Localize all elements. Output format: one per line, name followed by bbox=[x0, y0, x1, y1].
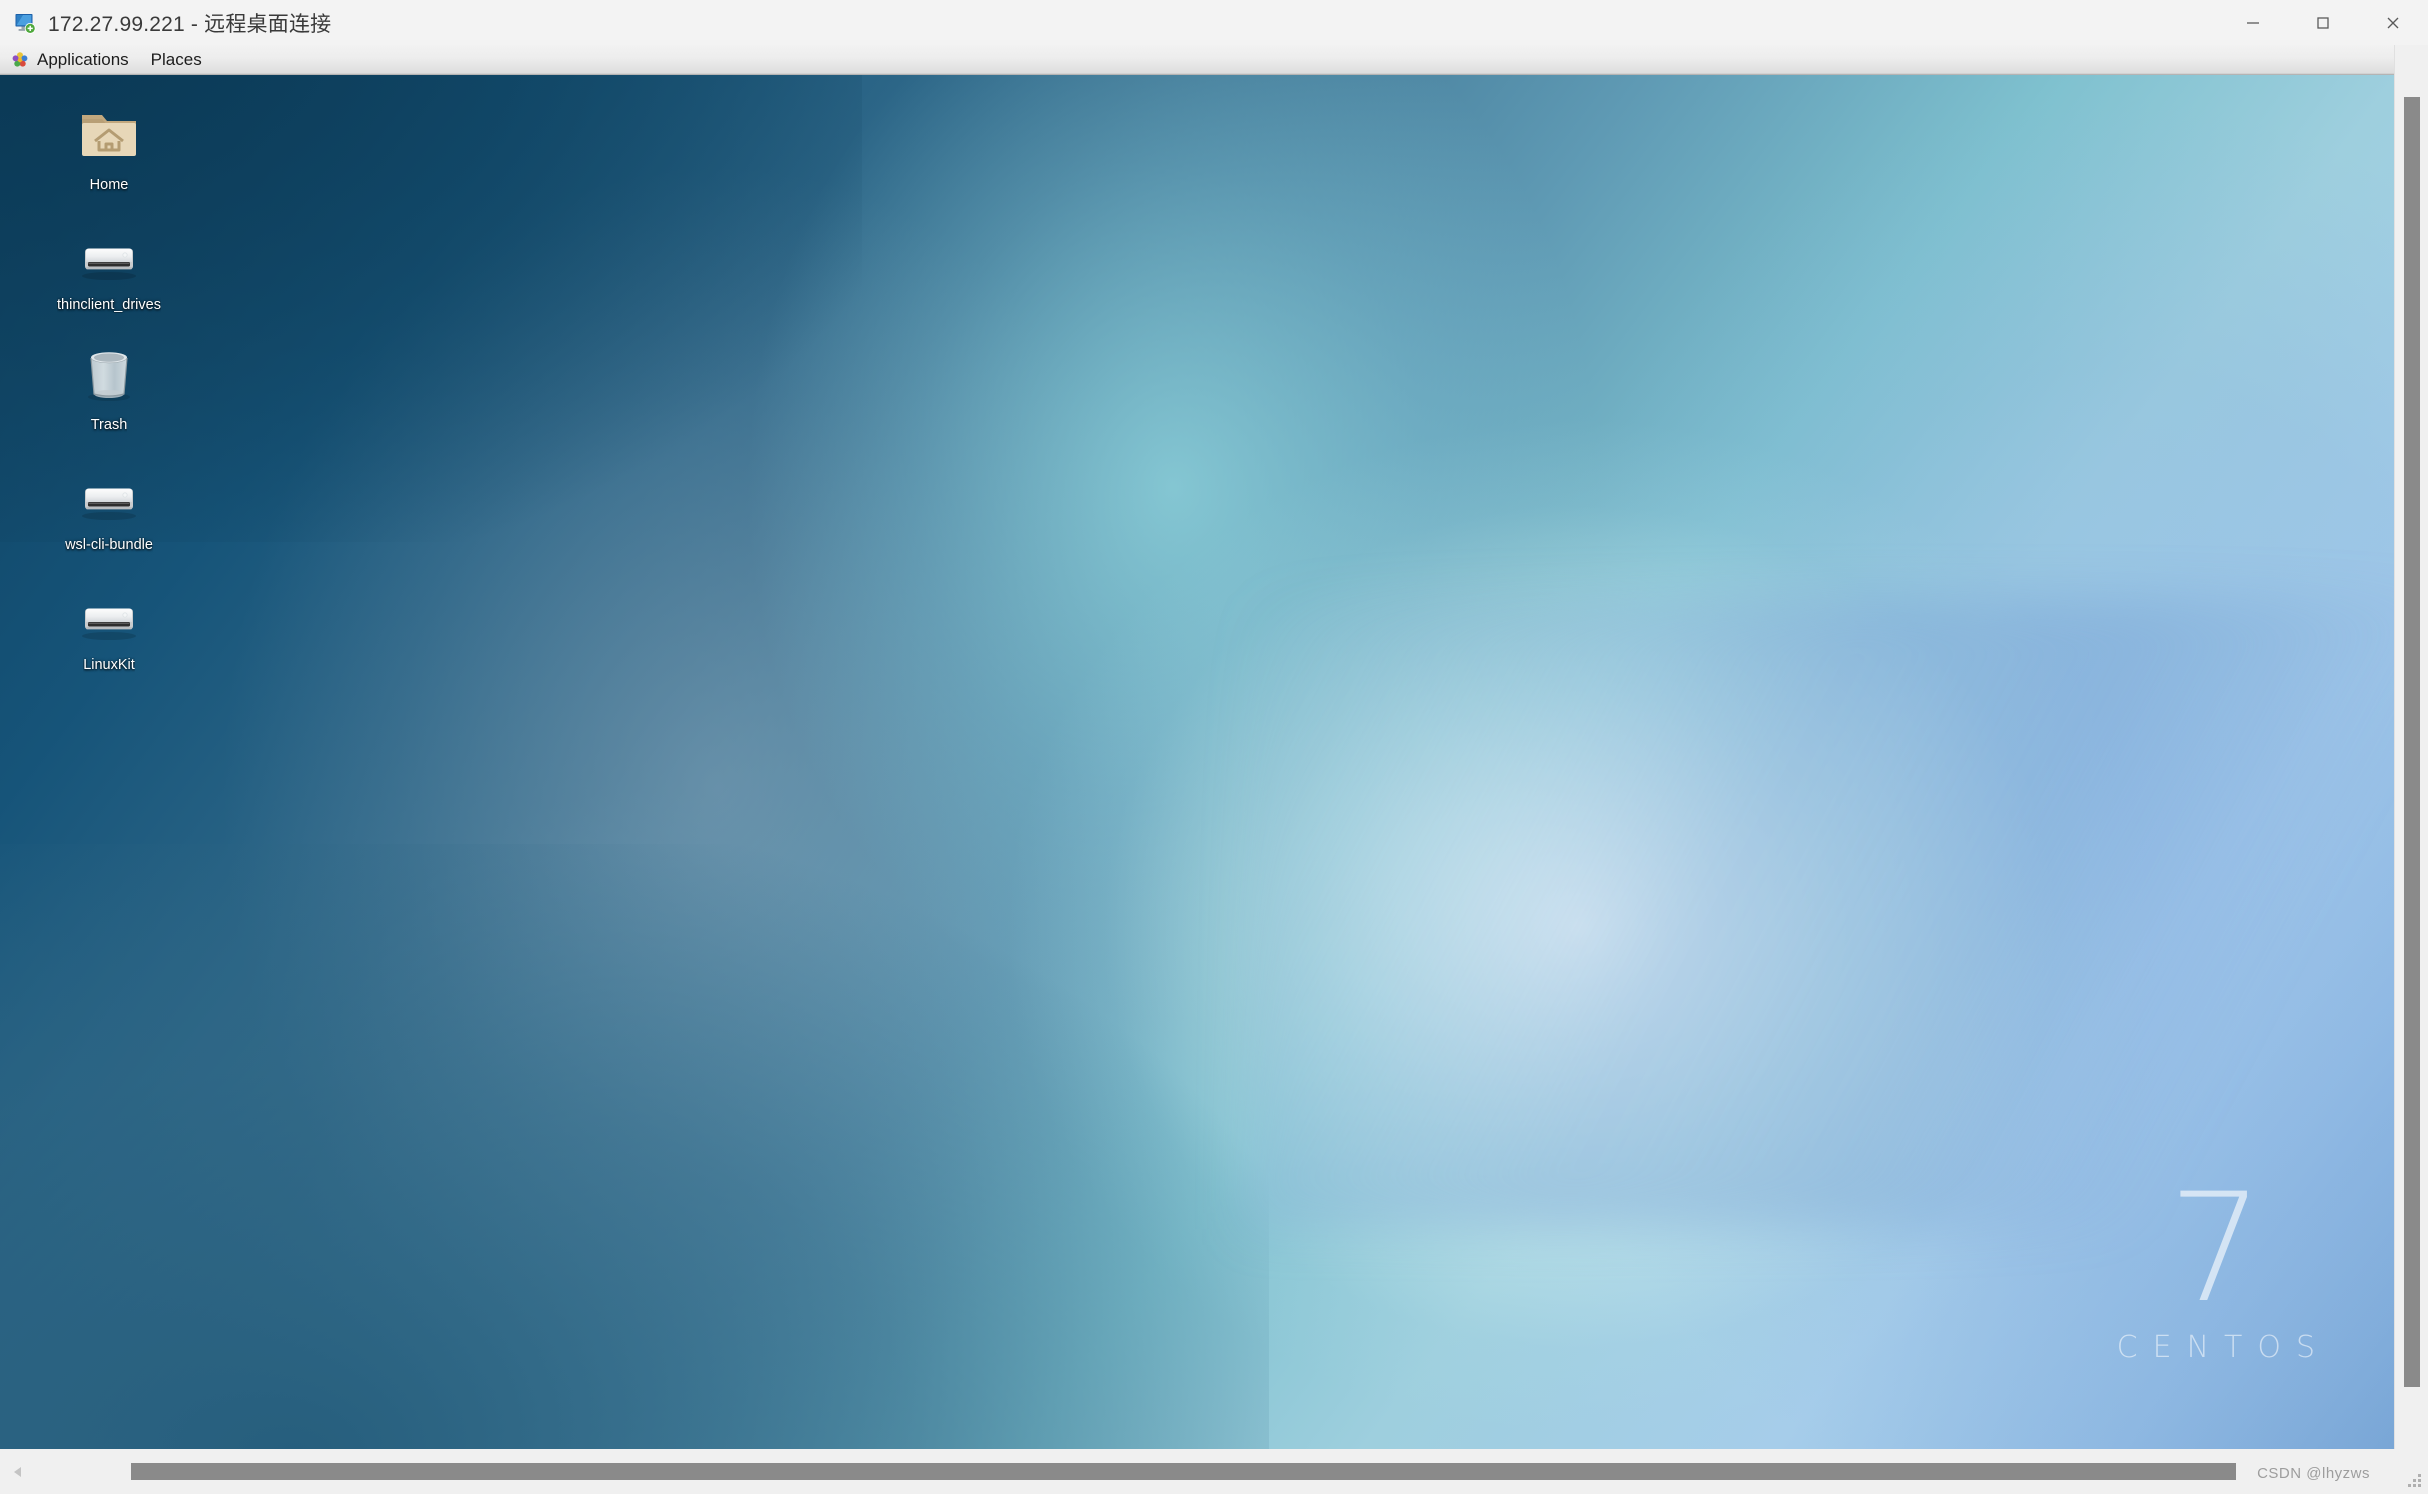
titlebar-left-group: 172.27.99.221 - 远程桌面连接 bbox=[0, 0, 2218, 45]
menu-applications[interactable]: Applications bbox=[0, 45, 140, 75]
vertical-scrollbar[interactable] bbox=[2394, 45, 2428, 1449]
desktop-icon-trash[interactable]: Trash bbox=[45, 337, 173, 433]
centos-branding: 7 CENTOS bbox=[2102, 1162, 2330, 1365]
home-folder-icon bbox=[72, 97, 146, 171]
gnome-applications-icon bbox=[11, 51, 29, 69]
centos-version-number: 7 bbox=[2168, 1162, 2264, 1336]
desktop-icon-label: Home bbox=[89, 177, 129, 193]
drive-icon bbox=[72, 457, 146, 531]
menu-places-label: Places bbox=[150, 49, 202, 69]
horizontal-scrollbar-thumb[interactable] bbox=[131, 1463, 2236, 1480]
trash-icon bbox=[72, 337, 146, 411]
desktop-icon-thinclient-drives[interactable]: thinclient_drives bbox=[45, 217, 173, 313]
vertical-scrollbar-thumb[interactable] bbox=[2404, 97, 2420, 1387]
menu-applications-label: Applications bbox=[37, 49, 129, 69]
wallpaper-bottom-left-shade bbox=[0, 844, 1269, 1449]
horizontal-scrollbar-track[interactable] bbox=[36, 1449, 2394, 1494]
rdp-session-viewport[interactable]: Applications Places 7 CENTOS Home thincl… bbox=[0, 45, 2394, 1449]
remote-desktop-window: 172.27.99.221 - 远程桌面连接 Applications Plac… bbox=[0, 0, 2428, 1494]
desktop-icon-linuxkit[interactable]: LinuxKit bbox=[45, 577, 173, 673]
centos-wordmark: CENTOS bbox=[2116, 1330, 2330, 1365]
maximize-button[interactable] bbox=[2288, 0, 2358, 45]
gnome-top-panel: Applications Places bbox=[0, 45, 2394, 75]
resize-grip[interactable] bbox=[2408, 1474, 2422, 1488]
desktop-icon-label: Trash bbox=[90, 417, 128, 433]
desktop-surface[interactable]: 7 CENTOS Home thinclient_drives Trash ws… bbox=[0, 75, 2394, 1449]
minimize-button[interactable] bbox=[2218, 0, 2288, 45]
window-controls bbox=[2218, 0, 2428, 45]
window-title: 172.27.99.221 - 远程桌面连接 bbox=[48, 12, 332, 36]
scroll-left-arrow-icon[interactable] bbox=[0, 1449, 36, 1494]
desktop-icon-home[interactable]: Home bbox=[45, 97, 173, 193]
horizontal-scrollbar[interactable] bbox=[0, 1449, 2394, 1494]
watermark: CSDN @lhyzws bbox=[2257, 1465, 2370, 1482]
drive-icon bbox=[72, 577, 146, 651]
desktop-icon-column: Home thinclient_drives Trash wsl-cli-bun… bbox=[45, 97, 225, 697]
desktop-icon-label: LinuxKit bbox=[83, 657, 135, 673]
menu-places[interactable]: Places bbox=[140, 45, 213, 75]
close-button[interactable] bbox=[2358, 0, 2428, 45]
desktop-icon-label: thinclient_drives bbox=[57, 297, 161, 313]
wallpaper-light-streak bbox=[1244, 597, 2394, 1230]
window-titlebar: 172.27.99.221 - 远程桌面连接 bbox=[0, 0, 2428, 45]
desktop-icon-label: wsl-cli-bundle bbox=[65, 537, 153, 553]
drive-icon bbox=[72, 217, 146, 291]
desktop-icon-wsl-cli-bundle[interactable]: wsl-cli-bundle bbox=[45, 457, 173, 553]
remote-desktop-icon bbox=[12, 10, 38, 36]
